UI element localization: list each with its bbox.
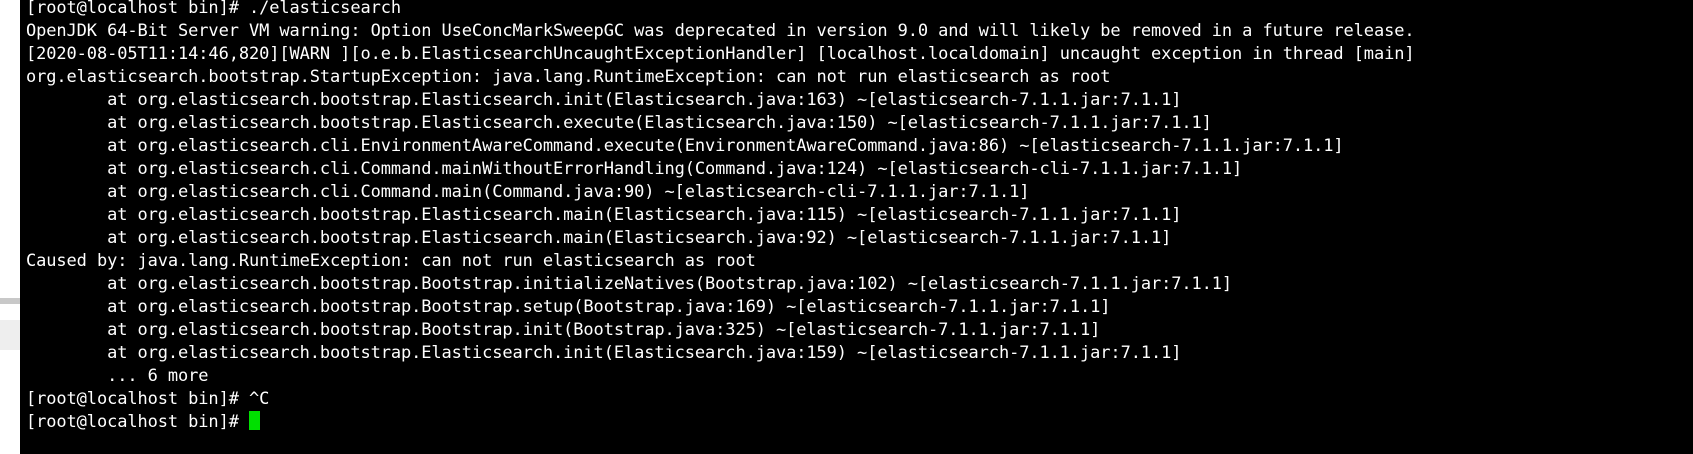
terminal-line: at org.elasticsearch.bootstrap.Bootstrap… <box>26 274 1233 294</box>
terminal-line: at org.elasticsearch.cli.Command.mainWit… <box>26 159 1243 179</box>
terminal-line: [root@localhost bin]# ^C <box>26 389 270 409</box>
terminal-prompt-line[interactable]: [root@localhost bin]# <box>26 411 1414 434</box>
terminal-line: ... 6 more <box>26 366 209 386</box>
terminal-line: at org.elasticsearch.cli.EnvironmentAwar… <box>26 136 1344 156</box>
terminal-window[interactable]: [root@localhost bin]# ./elasticsearch Op… <box>20 0 1693 454</box>
terminal-line: [2020-08-05T11:14:46,820][WARN ][o.e.b.E… <box>26 44 1415 64</box>
terminal-line: [root@localhost bin]# ./elasticsearch <box>26 0 401 18</box>
terminal-line: at org.elasticsearch.bootstrap.Elasticse… <box>26 90 1182 110</box>
left-window-divider <box>0 298 20 304</box>
left-window-edge <box>0 0 20 454</box>
terminal-line: org.elasticsearch.bootstrap.StartupExcep… <box>26 67 1111 87</box>
terminal-line: at org.elasticsearch.bootstrap.Elasticse… <box>26 205 1182 225</box>
terminal-line: at org.elasticsearch.bootstrap.Elasticse… <box>26 113 1212 133</box>
terminal-line: at org.elasticsearch.bootstrap.Elasticse… <box>26 343 1182 363</box>
terminal-line: OpenJDK 64-Bit Server VM warning: Option… <box>26 21 1415 41</box>
terminal-line: at org.elasticsearch.cli.Command.main(Co… <box>26 182 1030 202</box>
terminal-line: at org.elasticsearch.bootstrap.Elasticse… <box>26 228 1172 248</box>
terminal-line: at org.elasticsearch.bootstrap.Bootstrap… <box>26 297 1111 317</box>
terminal-line: at org.elasticsearch.bootstrap.Bootstrap… <box>26 320 1101 340</box>
terminal-prompt: [root@localhost bin]# <box>26 412 249 432</box>
left-window-panel <box>0 320 20 350</box>
terminal-output: [root@localhost bin]# ./elasticsearch Op… <box>26 0 1415 434</box>
terminal-cursor <box>248 411 260 430</box>
terminal-line: Caused by: java.lang.RuntimeException: c… <box>26 251 756 271</box>
